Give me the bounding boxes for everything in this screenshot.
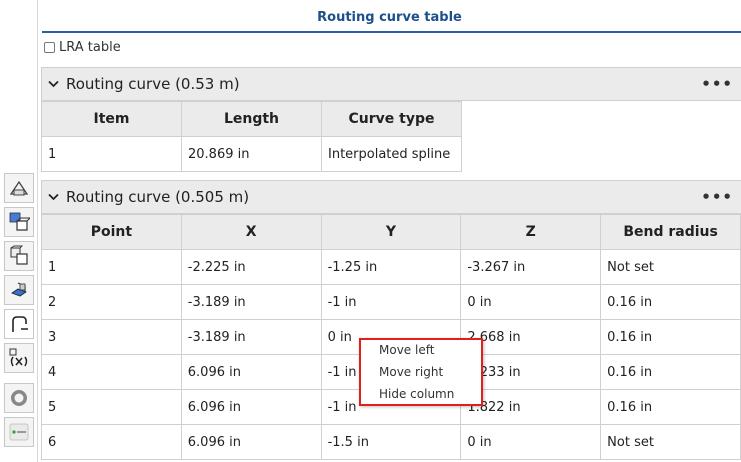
table-cell: -3.267 in xyxy=(460,249,602,285)
table-cell: 0 in xyxy=(460,424,602,460)
table-row: 2 -3.189 in -1 in 0 in 0.16 in xyxy=(41,284,741,320)
column-header-bend-radius[interactable]: Bend radius xyxy=(600,214,741,250)
table-cell: 4 xyxy=(41,354,182,390)
table-cell: -2.225 in xyxy=(180,249,322,285)
table-cell: 2 xyxy=(41,284,182,320)
table-cell: 6.096 in xyxy=(180,424,322,460)
lra-table-toggle[interactable]: LRA table xyxy=(44,40,121,55)
column-header-y[interactable]: Y xyxy=(320,214,462,250)
routing-curve-summary-table: Item Length Curve type 1 20.869 in Inter… xyxy=(41,101,462,172)
column-header-x[interactable]: X xyxy=(180,214,322,250)
chevron-down-icon[interactable] xyxy=(48,80,64,88)
table-cell: 6.096 in xyxy=(180,389,322,425)
routing-curve-icon[interactable] xyxy=(4,309,34,339)
column-header-curve-type[interactable]: Curve type xyxy=(321,101,462,137)
table-cell: 0.16 in xyxy=(600,319,741,355)
table-row: 1 20.869 in Interpolated spline xyxy=(41,136,462,172)
menu-item-move-right[interactable]: Move right xyxy=(379,365,443,379)
table-header-row: Point X Y Z Bend radius xyxy=(41,214,741,250)
table-row: 1 -2.225 in -1.25 in -3.267 in Not set xyxy=(41,249,741,285)
table-cell: 3 xyxy=(41,319,182,355)
circle-icon[interactable] xyxy=(4,383,34,413)
column-header-point[interactable]: Point xyxy=(41,214,182,250)
table-cell: 1 xyxy=(41,136,182,172)
table-cell: Interpolated spline xyxy=(321,136,462,172)
table-cell: -1.25 in xyxy=(320,249,462,285)
table-cell: -3.189 in xyxy=(180,284,322,320)
column-header-item[interactable]: Item xyxy=(41,101,182,137)
sheet-metal-icon[interactable] xyxy=(4,275,34,305)
table-header-row: Item Length Curve type xyxy=(41,101,462,137)
table-cell: 0.16 in xyxy=(600,354,741,390)
multi-part-icon[interactable] xyxy=(4,241,34,271)
table-cell: Not set xyxy=(600,249,741,285)
lra-table-checkbox[interactable] xyxy=(44,42,55,53)
section-header-routing-curve-1[interactable]: Routing curve (0.53 m) ••• xyxy=(41,67,741,101)
section-header-routing-curve-2[interactable]: Routing curve (0.505 m) ••• xyxy=(41,180,741,214)
chevron-down-icon[interactable] xyxy=(48,193,64,201)
part-studio-icon[interactable] xyxy=(4,173,34,203)
table-row: 6 6.096 in -1.5 in 0 in Not set xyxy=(41,424,741,460)
app-icon[interactable] xyxy=(4,417,34,447)
section-title: Routing curve (0.53 m) xyxy=(66,75,240,93)
assembly-icon[interactable] xyxy=(4,207,34,237)
column-context-menu: Move left Move right Hide column xyxy=(359,338,483,406)
title-underline xyxy=(42,31,741,33)
more-options-icon[interactable]: ••• xyxy=(701,75,733,93)
section-title: Routing curve (0.505 m) xyxy=(66,188,250,206)
table-cell: Not set xyxy=(600,424,741,460)
menu-item-hide-column[interactable]: Hide column xyxy=(379,387,454,401)
table-cell: 5 xyxy=(41,389,182,425)
table-cell: 6.096 in xyxy=(180,354,322,390)
menu-item-move-left[interactable]: Move left xyxy=(379,343,434,357)
table-cell: -3.189 in xyxy=(180,319,322,355)
table-cell: 6 xyxy=(41,424,182,460)
table-cell: 0.16 in xyxy=(600,284,741,320)
table-cell: -1.5 in xyxy=(320,424,462,460)
more-options-icon[interactable]: ••• xyxy=(701,188,733,206)
column-header-z[interactable]: Z xyxy=(460,214,602,250)
table-cell: 1 xyxy=(41,249,182,285)
table-cell: -1 in xyxy=(320,284,462,320)
lra-table-label: LRA table xyxy=(59,40,121,55)
table-cell: 20.869 in xyxy=(181,136,322,172)
panel-title: Routing curve table xyxy=(317,10,462,25)
variable-icon[interactable] xyxy=(4,343,34,373)
routing-points-table: Point X Y Z Bend radius 1 -2.225 in -1.2… xyxy=(41,214,741,460)
table-cell: 0.16 in xyxy=(600,389,741,425)
table-cell: 0 in xyxy=(460,284,602,320)
column-header-length[interactable]: Length xyxy=(181,101,322,137)
